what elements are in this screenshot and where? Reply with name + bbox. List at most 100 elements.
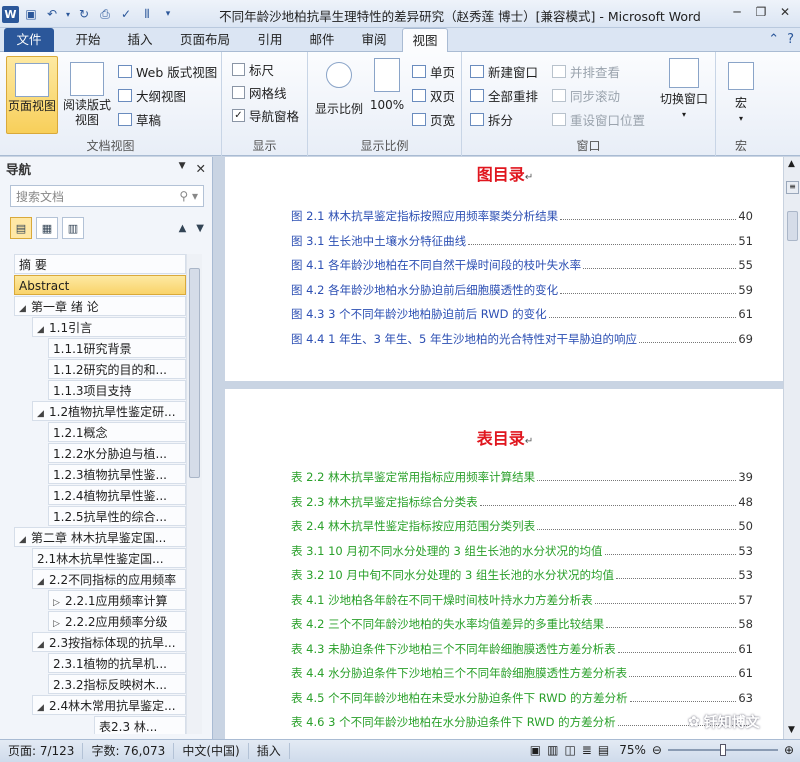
collapse-icon[interactable]: ◢ [37, 635, 49, 651]
web-view-button[interactable]: Web 版式视图 [118, 62, 217, 81]
document-area[interactable]: 图目录↵ 图 2.1 林木抗旱鉴定指标按照应用频率聚类分析结果 40 图 3.1 生… [213, 157, 783, 739]
expand-icon[interactable]: ▷ [53, 614, 65, 630]
nav-heading-item[interactable]: 1.2.4植物抗旱性鉴... [48, 485, 186, 505]
toc-entry[interactable]: 表 4.1 沙地柏各年龄在不同干燥时间枝叶持水力方差分析表 57 [291, 592, 753, 608]
status-words[interactable]: 字数: 76,073 [83, 743, 175, 759]
view-outline-icon[interactable]: ≣ [582, 743, 592, 757]
gridlines-checkbox[interactable]: 网格线 [232, 83, 287, 102]
toc-entry[interactable]: 表 3.1 10 月初不同水分处理的 3 组生长池的水分状况的均值 53 [291, 543, 753, 559]
customize-qat-icon[interactable]: ▾ [159, 5, 177, 23]
tab-page-layout[interactable]: 页面布局 [172, 28, 238, 52]
tab-view[interactable]: 视图 [402, 28, 448, 53]
scroll-up-icon[interactable]: ▲ [788, 159, 795, 169]
zoom-100-button[interactable]: 100% [366, 58, 408, 113]
tab-home[interactable]: 开始 [66, 28, 110, 52]
view-web-icon[interactable]: ◫ [564, 743, 575, 757]
page-width-button[interactable]: 页宽 [412, 110, 455, 129]
print-preview-icon[interactable]: ⎙ [96, 5, 114, 23]
toc-entry[interactable]: 图 3.1 生长池中土壤水分特征曲线 51 [291, 233, 753, 249]
undo-icon[interactable]: ↶ [43, 5, 61, 23]
help-icon[interactable]: ? [787, 32, 794, 47]
close-icon[interactable]: ✕ [774, 3, 796, 21]
toc-entry[interactable]: 表 3.2 10 月中旬不同水分处理的 3 组生长池的水分状况的均值 53 [291, 567, 753, 583]
nav-heading-item[interactable]: Abstract [14, 275, 186, 295]
nav-heading-item[interactable]: ◢ 2.3按指标体现的抗旱... [32, 632, 186, 652]
spelling-icon[interactable]: ✓ [117, 5, 135, 23]
browse-pages-icon[interactable]: ▦ [36, 217, 58, 239]
tab-references[interactable]: 引用 [248, 28, 292, 52]
nav-heading-item[interactable]: 2.3.2指标反映树木... [48, 674, 186, 694]
nav-pane-checkbox[interactable]: ✓ 导航窗格 [232, 106, 299, 125]
search-icon[interactable]: ⚲ ▾ [179, 189, 198, 203]
tab-insert[interactable]: 插入 [118, 28, 162, 52]
minimize-icon[interactable]: ─ [726, 3, 748, 21]
zoom-button[interactable]: 显示比例 [312, 58, 366, 117]
toc-entry[interactable]: 表 2.4 林木抗旱性鉴定指标按应用范围分类列表 50 [291, 518, 753, 534]
new-window-button[interactable]: 新建窗口 [470, 62, 538, 81]
nav-heading-item[interactable]: 1.1.2研究的目的和... [48, 359, 186, 379]
side-by-side-button[interactable]: 并排查看 [552, 62, 620, 81]
nav-heading-item[interactable]: ◢ 2.2不同指标的应用频率 [32, 569, 186, 589]
status-insert-mode[interactable]: 插入 [249, 743, 290, 759]
browse-results-icon[interactable]: ▥ [62, 217, 84, 239]
tab-mailings[interactable]: 邮件 [300, 28, 344, 52]
nav-heading-item[interactable]: 2.3.1植物的抗旱机... [48, 653, 186, 673]
nav-heading-item[interactable]: 2.1林木抗旱性鉴定国... [32, 548, 186, 568]
nav-heading-item[interactable]: 1.2.5抗旱性的综合... [48, 506, 186, 526]
read-view-button[interactable]: 阅读版式 视图 [60, 56, 114, 134]
document-page-figures[interactable]: 图目录↵ 图 2.1 林木抗旱鉴定指标按照应用频率聚类分析结果 40 图 3.1 生… [225, 157, 783, 381]
collapse-icon[interactable]: ◢ [19, 530, 31, 546]
arrange-all-button[interactable]: 全部重排 [470, 86, 538, 105]
nav-heading-item[interactable]: ▷ 2.2.2应用频率分级 [48, 611, 186, 631]
nav-search-input[interactable]: 搜索文档 ⚲ ▾ [10, 185, 204, 207]
nav-scrollbar[interactable] [186, 254, 202, 734]
page-view-button[interactable]: 页面视图 [6, 56, 58, 134]
collapse-icon[interactable]: ◢ [19, 299, 31, 315]
save-icon[interactable]: ▣ [22, 5, 40, 23]
nav-heading-item[interactable]: ◢ 第二章 林木抗旱鉴定国... [14, 527, 186, 547]
document-scrollbar[interactable]: ▲ ≡ ▼ [783, 157, 800, 739]
toc-entry[interactable]: 表 4.4 水分胁迫条件下沙地柏三个不同年龄细胞膜透性方差分析表 61 [291, 665, 753, 681]
nav-heading-item[interactable]: ◢ 第一章 绪 论 [14, 296, 186, 316]
undo-dropdown-icon[interactable]: ▾ [64, 5, 72, 23]
ruler-checkbox[interactable]: 标尺 [232, 60, 274, 79]
scrollbar-thumb[interactable] [189, 268, 200, 478]
nav-heading-item[interactable]: ◢ 2.4林木常用抗旱鉴定... [32, 695, 186, 715]
word-app-icon[interactable]: W [2, 5, 19, 23]
browse-headings-icon[interactable]: ▤ [10, 217, 32, 239]
status-language[interactable]: 中文(中国) [174, 743, 249, 759]
toc-entry[interactable]: 表 4.3 未胁迫条件下沙地柏三个不同年龄细胞膜透性方差分析表 61 [291, 641, 753, 657]
one-page-button[interactable]: 单页 [412, 62, 455, 81]
macros-button[interactable]: 宏 ▾ [724, 62, 758, 126]
split-button[interactable]: 拆分 [470, 110, 513, 129]
redo-icon[interactable]: ↻ [75, 5, 93, 23]
nav-heading-item[interactable]: 1.2.2水分胁迫与植... [48, 443, 186, 463]
nav-heading-item[interactable]: ◢ 1.2植物抗旱性鉴定研... [32, 401, 186, 421]
toc-entry[interactable]: 图 4.4 1 年生、3 年生、5 年生沙地柏的光合特性对干旱胁迫的响应 69 [291, 331, 753, 347]
toc-entry[interactable]: 表 4.2 三个不同年龄沙地柏的失水率均值差异的多重比较结果 58 [291, 616, 753, 632]
toc-entry[interactable]: 表 4.6 3 个不同年龄沙地柏在水分胁迫条件下 RWD 的方差分析 [291, 714, 753, 730]
ruler-toggle-icon[interactable]: ≡ [786, 181, 799, 194]
toc-entry[interactable]: 图 4.1 各年龄沙地柏在不同自然干燥时间段的枝叶失水率 55 [291, 257, 753, 273]
two-pages-button[interactable]: 双页 [412, 86, 455, 105]
tab-file[interactable]: 文件 [4, 28, 54, 52]
status-page[interactable]: 页面: 7/123 [0, 743, 84, 759]
document-page-tables[interactable]: 表目录↵ 表 2.2 林木抗旱鉴定常用指标应用频率计算结果 39 表 2.3 林木抗… [225, 389, 783, 739]
draft-view-button[interactable]: 草稿 [118, 110, 161, 129]
collapse-icon[interactable]: ◢ [37, 320, 49, 336]
nav-close-icon[interactable]: ✕ [196, 161, 206, 176]
collapse-icon[interactable]: ◢ [37, 404, 49, 420]
toc-entry[interactable]: 图 4.2 各年龄沙地柏水分胁迫前后细胞膜透性的变化 59 [291, 282, 753, 298]
view-read-icon[interactable]: ▥ [547, 743, 558, 757]
collapse-icon[interactable]: ◢ [37, 698, 49, 714]
nav-heading-item[interactable]: ▷ 2.2.1应用频率计算 [48, 590, 186, 610]
zoom-slider[interactable] [667, 744, 778, 756]
minimize-ribbon-icon[interactable]: ⌃ [768, 32, 779, 47]
nav-heading-item[interactable]: 1.1.1研究背景 [48, 338, 186, 358]
nav-heading-item[interactable]: 表2.3 林... [94, 716, 186, 734]
outline-view-button[interactable]: 大纲视图 [118, 86, 186, 105]
tab-review[interactable]: 审阅 [352, 28, 396, 52]
nav-heading-item[interactable]: 摘 要 [14, 254, 186, 274]
toc-entry[interactable]: 图 4.3 3 个不同年龄沙地柏胁迫前后 RWD 的变化 61 [291, 306, 753, 322]
zoom-level[interactable]: 75% [619, 743, 646, 757]
